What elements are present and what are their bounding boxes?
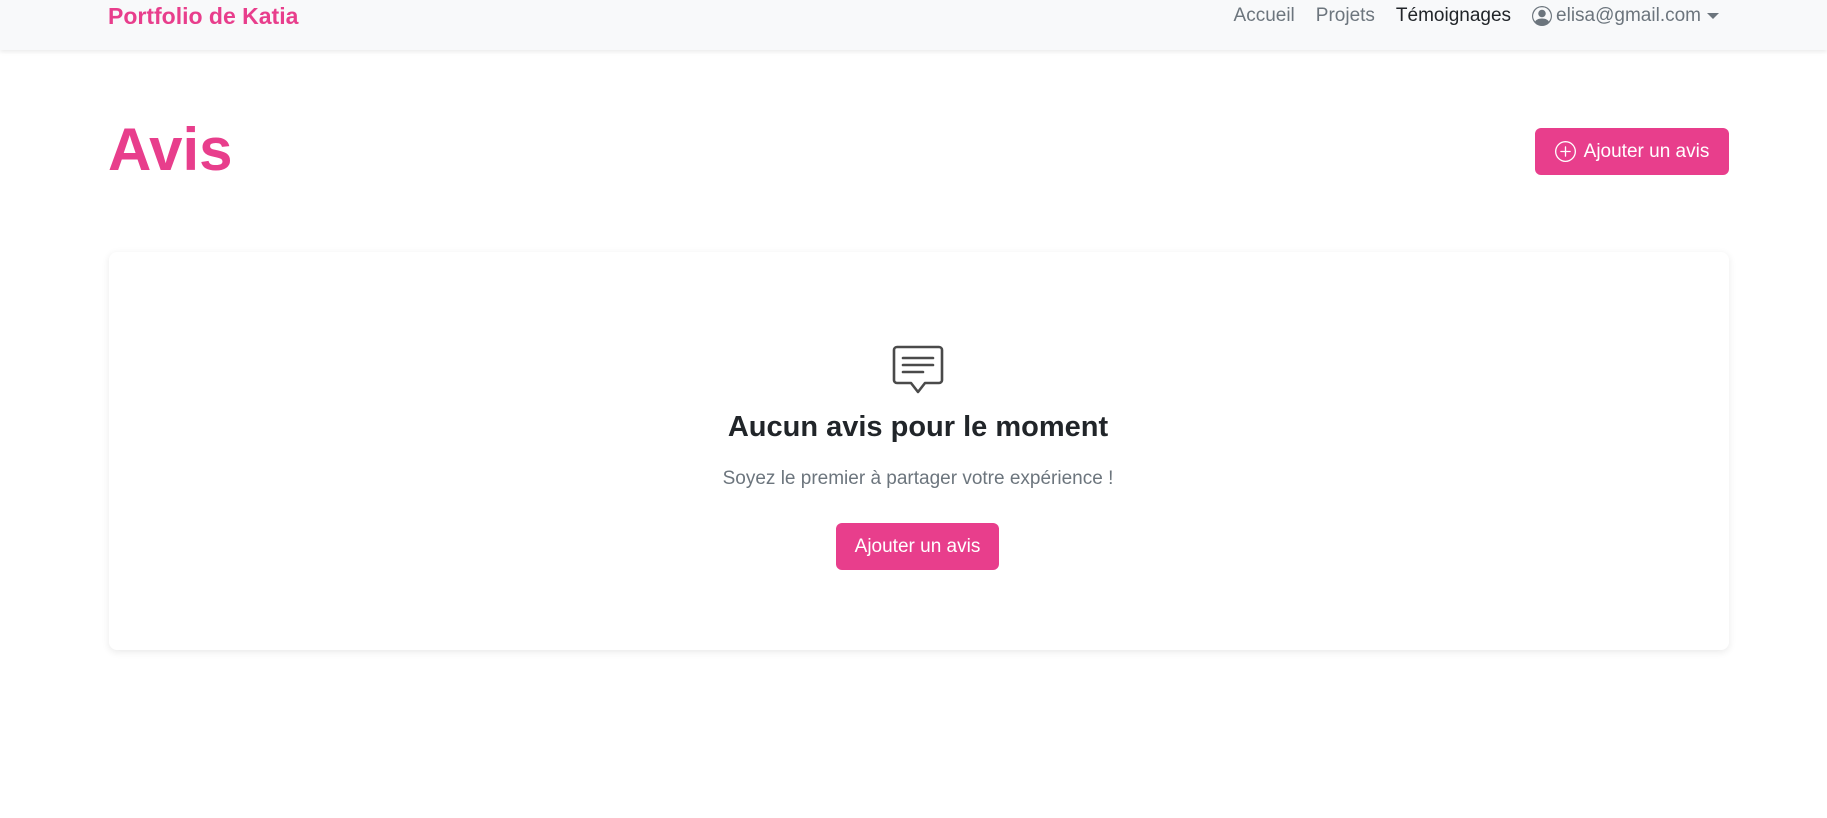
empty-state-subtitle: Soyez le premier à partager votre expéri…: [722, 468, 1114, 489]
brand-link[interactable]: Portfolio de Katia: [108, 2, 298, 30]
reviews-card: [109, 252, 1729, 650]
add-first-review-button[interactable]: Ajouter un avis: [836, 523, 999, 570]
caret-down-icon: [1707, 13, 1719, 19]
empty-state-title: Aucun avis pour le moment: [727, 411, 1109, 443]
page-title: Avis: [108, 116, 233, 183]
nav-link-projets[interactable]: Projets: [1316, 2, 1375, 30]
user-email: elisa@gmail.com: [1556, 5, 1701, 26]
user-dropdown[interactable]: elisa@gmail.com: [1532, 2, 1719, 30]
plus-circle-icon: [1554, 141, 1576, 162]
navbar: Portfolio de Katia Accueil Projets Témoi…: [0, 0, 1827, 50]
add-review-button[interactable]: Ajouter un avis: [1535, 128, 1729, 175]
add-review-button-label: Ajouter un avis: [1583, 140, 1710, 162]
person-circle-icon: [1532, 6, 1553, 26]
nav-link-temoignages[interactable]: Témoignages: [1396, 2, 1511, 30]
chat-left-text-icon: [891, 344, 945, 396]
nav-links: Accueil Projets Témoignages elisa@gmail.…: [1213, 2, 1719, 30]
nav-link-accueil[interactable]: Accueil: [1234, 2, 1295, 30]
